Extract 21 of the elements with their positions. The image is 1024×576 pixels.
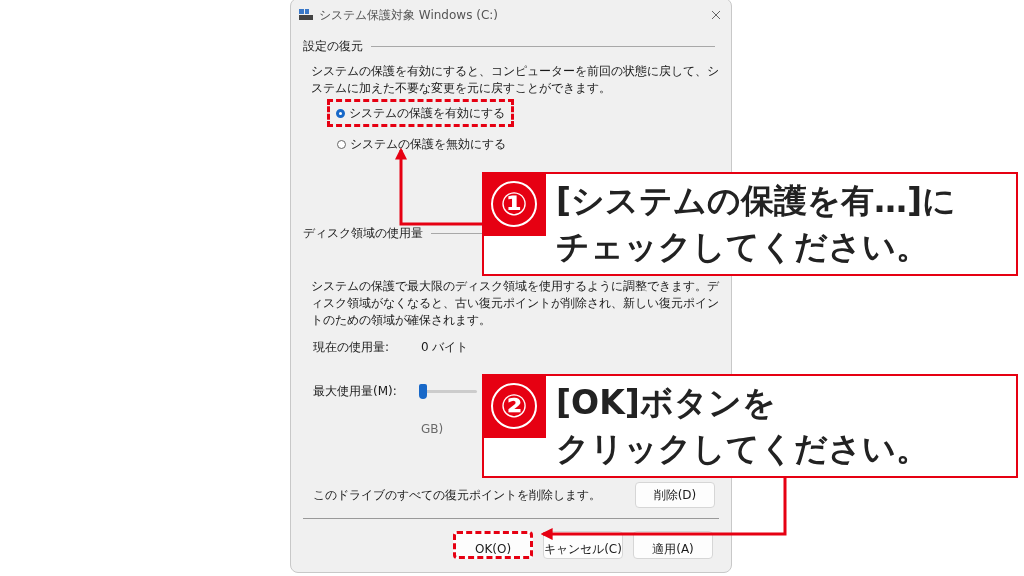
radio-option[interactable]: システムの保護を有効にする [330,102,511,124]
field-label: 現在の使用量: [313,340,391,354]
step-number: ① [491,181,537,227]
group-heading: ディスク領域の使用量 [303,226,423,240]
delete-description: このドライブのすべての復元ポイントを削除します。 [313,488,601,502]
delete-button[interactable]: 削除(D) [635,482,715,508]
callout-text: [OK]ボタンを クリックしてください。 [556,382,929,470]
drive-icon [299,9,313,21]
step-number: ② [491,383,537,429]
close-icon[interactable] [711,10,721,20]
usage-reading: GB) [421,422,444,436]
usage-slider[interactable] [421,383,477,399]
radio-option[interactable]: システムの保護を無効にする [331,137,512,151]
usage-value: 0 バイト [421,340,469,354]
callout-text: [システムの保護を有…]に チェックしてください。 [556,180,957,268]
dialog-button[interactable]: OK(O) [453,531,533,559]
field-label: 最大使用量(M): [313,384,398,398]
description-text: システムの保護を有効にすると、コンピューターを前回の状態に戻して、システムに加えた不要な変更を元に戻すことができます。 [311,63,719,97]
window-title: システム保護対象 Windows (C:) [319,8,499,22]
description-text: システムの保護で最大限のディスク領域を使用するように調整できます。ディスク領域がなくなると、古い復元ポイントが削除され、新しい復元ポイントのための領域が確保されます。 [311,278,719,329]
group-heading: 設定の復元 [303,39,363,53]
